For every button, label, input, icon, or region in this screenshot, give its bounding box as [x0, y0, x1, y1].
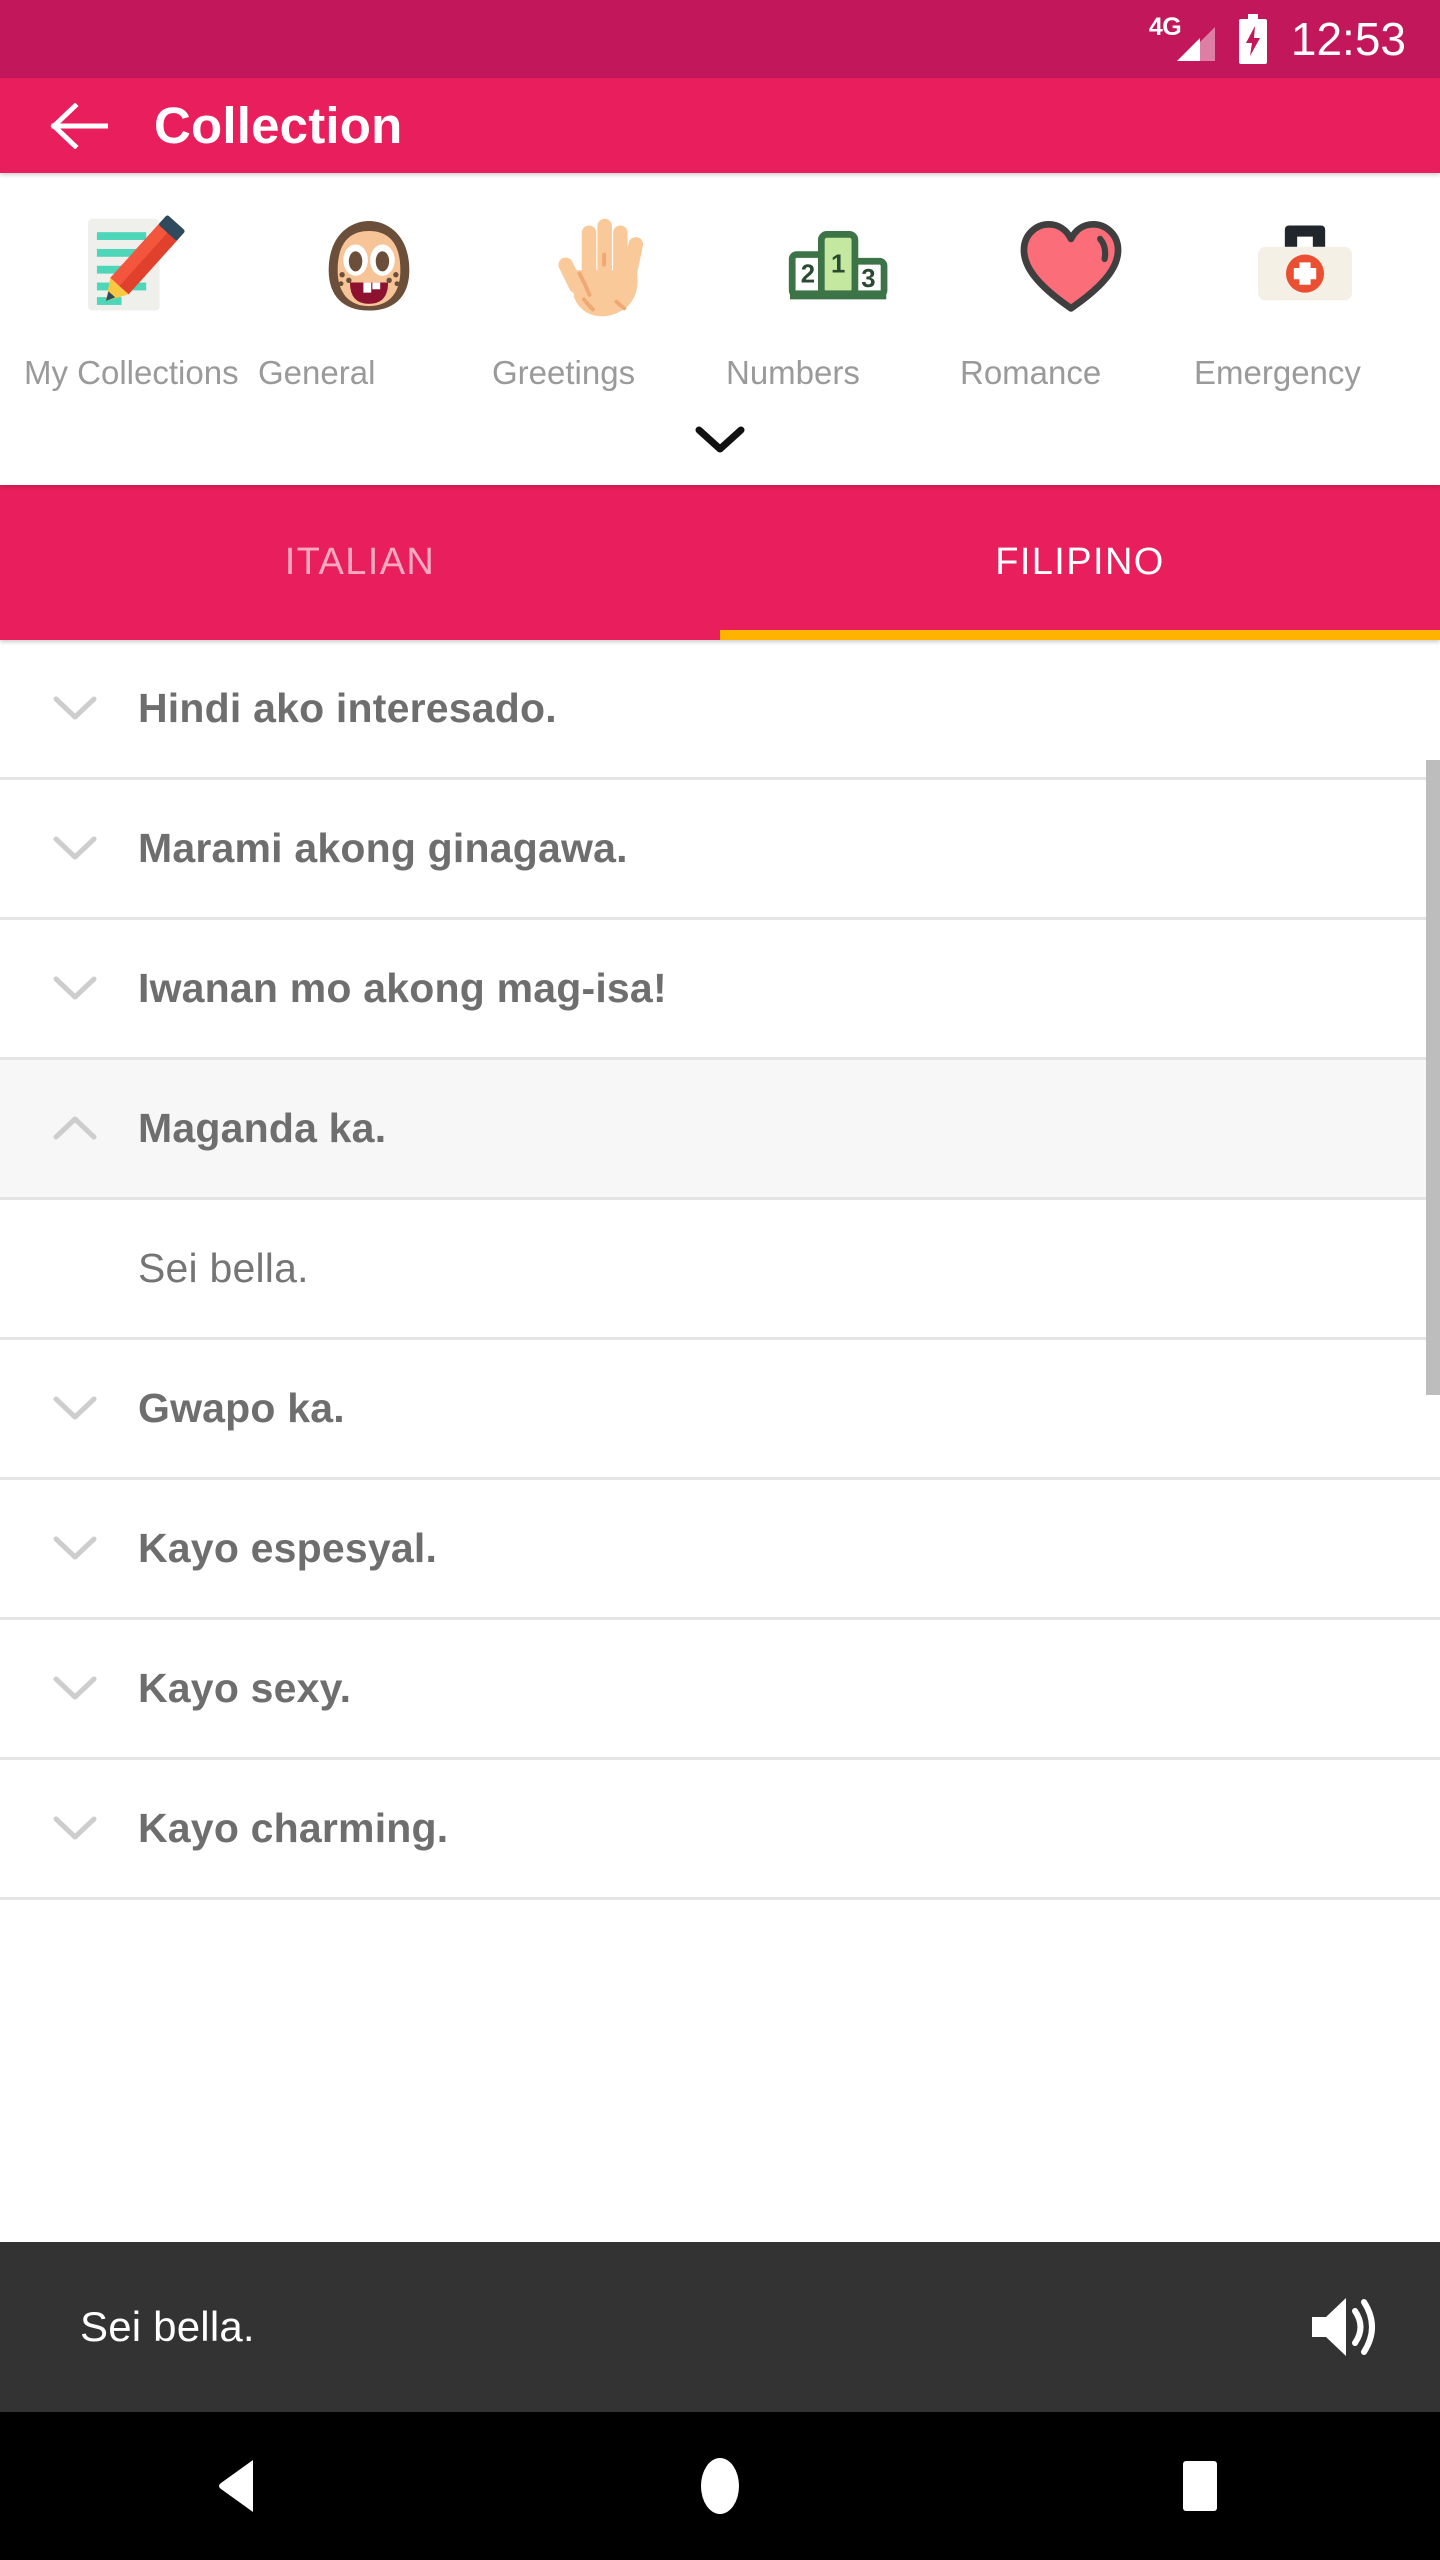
nav-back-button[interactable]	[165, 2436, 315, 2536]
phrase-text: Hindi ako interesado.	[138, 684, 557, 731]
phrase-text: Kayo charming.	[138, 1804, 449, 1851]
audio-player-bar: Sei bella.	[0, 2242, 1440, 2412]
category-item-romance[interactable]: Romance	[954, 195, 1188, 393]
phrase-row-expanded[interactable]: Maganda ka.	[0, 1059, 1440, 1200]
nav-back-triangle-icon	[219, 2460, 253, 2512]
open-hand-icon	[532, 195, 674, 341]
phrase-text: Iwanan mo akong mag-isa!	[138, 964, 667, 1011]
status-bar-clock: 12:53	[1290, 13, 1406, 65]
language-tab-bar: ITALIAN FILIPINO	[0, 484, 1440, 640]
category-label: Emergency	[1194, 354, 1361, 391]
expand-categories-button[interactable]	[0, 393, 1440, 485]
active-tab-indicator	[720, 629, 1440, 640]
nav-home-button[interactable]	[645, 2436, 795, 2536]
chevron-up-icon[interactable]	[40, 1114, 110, 1142]
podium-icon: 2 1 3	[766, 195, 908, 341]
nav-home-circle-icon	[701, 2458, 739, 2514]
phrase-row[interactable]: Iwanan mo akong mag-isa!	[0, 919, 1440, 1060]
category-label: Numbers	[726, 354, 860, 391]
phrase-text: Kayo espesyal.	[138, 1524, 438, 1571]
category-label: My Collections	[24, 354, 239, 391]
player-phrase-text: Sei bella.	[80, 2303, 255, 2350]
chevron-down-icon	[695, 426, 745, 453]
phrase-row[interactable]: Marami akong ginagawa.	[0, 779, 1440, 920]
list-scrollbar[interactable]	[1426, 759, 1440, 1395]
category-item-numbers[interactable]: 2 1 3 Numbers	[720, 195, 954, 393]
play-audio-button[interactable]	[1298, 2282, 1388, 2372]
page-title: Collection	[154, 97, 403, 154]
category-item-general[interactable]: General	[252, 195, 486, 393]
phrase-list[interactable]: Hindi ako interesado. Marami akong ginag…	[0, 639, 1440, 2242]
signal-bars-icon: 4G	[1149, 13, 1215, 63]
phrase-row[interactable]: Kayo espesyal.	[0, 1479, 1440, 1620]
translation-row[interactable]: Sei bella.	[0, 1199, 1440, 1340]
tab-italian[interactable]: ITALIAN	[0, 485, 720, 640]
chevron-down-icon[interactable]	[40, 974, 110, 1002]
heart-icon	[1000, 195, 1142, 341]
phrase-row[interactable]: Hindi ako interesado.	[0, 639, 1440, 780]
category-label: Greetings	[492, 354, 636, 391]
category-item-greetings[interactable]: Greetings	[486, 195, 720, 393]
category-item-my-collections[interactable]: My Collections	[18, 195, 252, 393]
category-label: General	[258, 354, 376, 391]
phrase-text: Marami akong ginagawa.	[138, 824, 628, 871]
phrase-row[interactable]: Gwapo ka.	[0, 1339, 1440, 1480]
notepad-pencil-icon	[64, 195, 206, 341]
status-bar: 4G 12:53	[0, 0, 1440, 78]
chevron-down-icon[interactable]	[40, 1674, 110, 1702]
tab-label: FILIPINO	[995, 540, 1165, 583]
category-item-emergency[interactable]: Emergency	[1188, 195, 1422, 393]
nav-recents-square-icon	[1183, 2461, 1217, 2511]
android-nav-bar	[0, 2412, 1440, 2560]
volume-up-icon	[1312, 2298, 1375, 2356]
phrase-text: Gwapo ka.	[138, 1384, 345, 1431]
app-screen: 4G 12:53 Collection My Collections Gener…	[0, 0, 1440, 2560]
battery-charging-icon	[1238, 14, 1267, 64]
chevron-down-icon[interactable]	[40, 1394, 110, 1422]
first-aid-kit-icon	[1234, 195, 1376, 341]
category-row: My Collections General Greetings 2 1 3 N…	[0, 195, 1440, 393]
chevron-down-icon[interactable]	[40, 1534, 110, 1562]
tab-label: ITALIAN	[284, 540, 436, 583]
status-bar-icons: 4G 12:53	[1149, 13, 1406, 65]
phrase-row[interactable]: Kayo sexy.	[0, 1619, 1440, 1760]
phrase-text: Maganda ka.	[138, 1104, 387, 1151]
translation-text: Sei bella.	[138, 1244, 309, 1291]
category-panel: My Collections General Greetings 2 1 3 N…	[0, 173, 1440, 485]
svg-text:1: 1	[831, 250, 845, 278]
nav-recents-button[interactable]	[1125, 2436, 1275, 2536]
app-bar: Collection	[0, 78, 1440, 173]
back-button[interactable]	[48, 95, 110, 157]
svg-text:3: 3	[861, 265, 875, 293]
category-label: Romance	[960, 354, 1102, 391]
chevron-down-icon[interactable]	[40, 1814, 110, 1842]
tab-filipino[interactable]: FILIPINO	[720, 485, 1440, 640]
girl-face-icon	[298, 195, 440, 341]
phrase-text: Kayo sexy.	[138, 1664, 352, 1711]
chevron-down-icon[interactable]	[40, 834, 110, 862]
svg-text:2: 2	[801, 261, 815, 289]
chevron-down-icon[interactable]	[40, 694, 110, 722]
arrow-left-icon	[50, 102, 108, 149]
phrase-row[interactable]: Kayo charming.	[0, 1759, 1440, 1900]
